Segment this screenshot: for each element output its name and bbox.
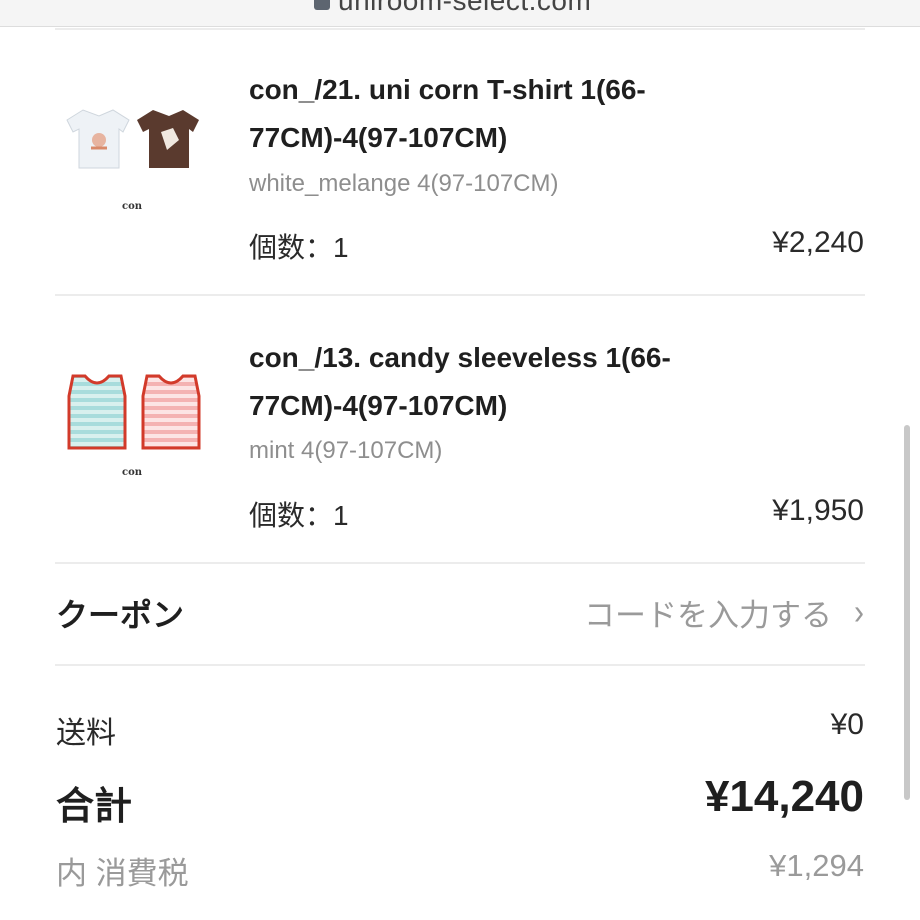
- product-variant: white_melange 4(97-107CM): [249, 170, 559, 197]
- total-value: ¥14,240: [704, 772, 864, 821]
- product-thumbnail-1[interactable]: con: [55, 62, 210, 217]
- browser-url-bar[interactable]: uniroom-select.com: [0, 0, 920, 27]
- lock-icon: [314, 0, 330, 10]
- total-label: 合計: [56, 786, 133, 828]
- product-name[interactable]: con_/13. candy sleeveless 1(66-77CM)-4(9…: [249, 334, 719, 430]
- url-text: uniroom-select.com: [338, 0, 592, 16]
- shipping-label: 送料: [56, 717, 116, 750]
- divider: [55, 28, 865, 30]
- product-price: ¥1,950: [772, 494, 864, 527]
- chevron-right-icon: ›: [854, 592, 864, 632]
- coupon-code-button[interactable]: コードを入力する ›: [584, 590, 864, 635]
- divider: [55, 294, 865, 296]
- coupon-action-label: コードを入力する: [584, 598, 832, 633]
- brand-label: con: [122, 467, 143, 478]
- scrollbar[interactable]: [904, 425, 910, 800]
- product-variant: mint 4(97-107CM): [249, 437, 443, 464]
- product-name[interactable]: con_/21. uni corn T-shirt 1(66-77CM)-4(9…: [249, 66, 719, 162]
- product-quantity: 個数：1: [249, 232, 349, 263]
- coupon-label: クーポン: [56, 597, 185, 633]
- tshirt-image: con: [66, 109, 199, 212]
- divider: [55, 562, 865, 564]
- sleeveless-image: con: [67, 374, 201, 478]
- product-quantity: 個数：1: [249, 500, 349, 531]
- tax-label: 内 消費税: [56, 856, 189, 891]
- brand-label: con: [122, 201, 143, 212]
- tax-value: ¥1,294: [769, 848, 864, 883]
- product-thumbnail-2[interactable]: con: [55, 330, 210, 485]
- divider: [55, 664, 865, 666]
- product-price: ¥2,240: [772, 226, 864, 259]
- shipping-value: ¥0: [830, 708, 864, 741]
